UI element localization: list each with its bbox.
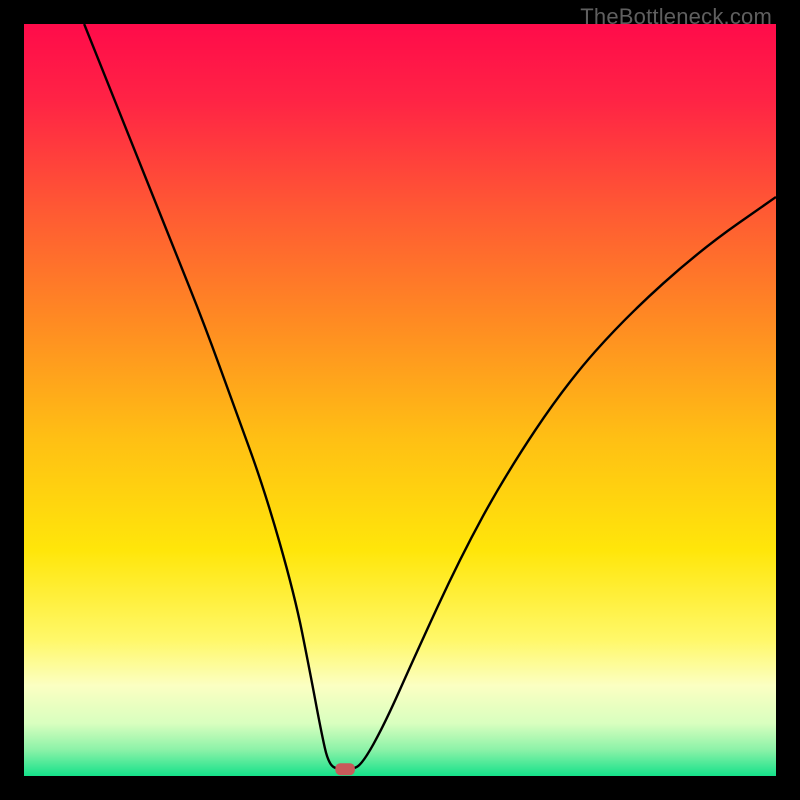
min-point-marker xyxy=(335,763,355,775)
background-gradient xyxy=(24,24,776,776)
plot-area xyxy=(24,24,776,776)
chart-frame: TheBottleneck.com xyxy=(0,0,800,800)
plot-svg xyxy=(24,24,776,776)
